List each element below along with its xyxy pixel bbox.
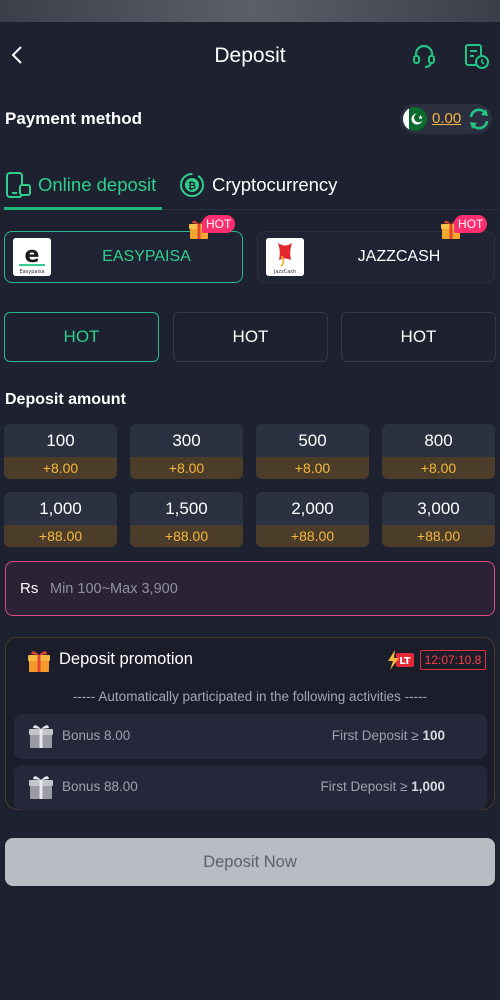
promotion-note: ----- Automatically participated in the … — [72, 689, 428, 704]
status-bar — [0, 0, 500, 22]
promotion-timer: LT 12:07:10.8 — [386, 648, 486, 672]
svg-text:Easypaisa: Easypaisa — [19, 269, 44, 275]
hot-badge: HOT — [188, 213, 250, 241]
header: Deposit — [0, 22, 500, 90]
amount-input[interactable] — [50, 573, 470, 605]
amount-bonus: +88.00 — [130, 525, 243, 547]
amount-value: 100 — [46, 431, 75, 450]
timer-value: 12:07:10.8 — [420, 650, 486, 670]
svg-text:LT: LT — [399, 656, 411, 667]
refresh-icon[interactable] — [466, 106, 492, 132]
subtab-hot-1[interactable]: HOT — [4, 312, 159, 362]
deposit-promotion-panel: Deposit promotion LT 12:07:10.8 ----- Au… — [5, 637, 495, 810]
svg-text:JazzCash: JazzCash — [273, 269, 296, 275]
amount-option[interactable]: 100 +8.00 — [4, 424, 117, 479]
amount-bonus: +88.00 — [382, 525, 495, 547]
channel-easypaisa[interactable]: e Easypaisa EASYPAISA HOT — [4, 215, 243, 283]
phone-icon — [6, 172, 31, 198]
subtab-hot-3[interactable]: HOT — [341, 312, 496, 362]
promotion-title: Deposit promotion — [59, 650, 193, 668]
amount-bonus: +8.00 — [4, 457, 117, 479]
history-icon[interactable] — [462, 42, 490, 70]
headset-icon[interactable] — [410, 42, 438, 70]
amount-field: Rs — [5, 561, 495, 616]
deposit-now-button[interactable]: Deposit Now — [5, 838, 495, 886]
amount-value: 500 — [298, 431, 327, 450]
amount-bonus: +88.00 — [256, 525, 369, 547]
gift-box-icon — [29, 776, 53, 799]
deposit-tabs: Online deposit ₿ Cryptocurrency — [0, 160, 500, 210]
amount-option[interactable]: 800 +8.00 — [382, 424, 495, 479]
payment-method-row: Payment method 0.00 — [0, 100, 500, 140]
amount-option[interactable]: 1,500 +88.00 — [130, 492, 243, 547]
amount-option[interactable]: 500 +8.00 — [256, 424, 369, 479]
deposit-amount-title: Deposit amount — [5, 391, 126, 408]
balance-pill: 0.00 — [400, 104, 492, 134]
gift-box-icon — [29, 725, 53, 748]
promotion-row: Bonus 88.00 First Deposit ≥ 1,000 — [14, 765, 487, 810]
hot-badge: HOT — [440, 213, 500, 241]
amount-bonus: +8.00 — [130, 457, 243, 479]
amount-value: 1,000 — [39, 499, 82, 518]
jazzcash-logo: JazzCash — [266, 238, 304, 276]
channel-name: EASYPAISA — [102, 248, 191, 265]
tab-online-deposit[interactable]: Online deposit — [4, 160, 162, 210]
hot-label: HOT — [454, 215, 488, 233]
payment-method-label: Payment method — [5, 109, 142, 128]
pakistan-flag-icon — [403, 107, 427, 131]
amount-option[interactable]: 3,000 +88.00 — [382, 492, 495, 547]
lightning-icon: LT — [388, 650, 414, 670]
promotion-condition: First Deposit ≥ 100 — [331, 728, 445, 743]
promotion-row: Bonus 8.00 First Deposit ≥ 100 — [14, 714, 487, 759]
tab-crypto-label: Cryptocurrency — [212, 174, 338, 195]
balance-value: 0.00 — [432, 110, 462, 127]
channel-jazzcash[interactable]: JazzCash JAZZCASH HOT — [257, 215, 495, 283]
amount-value: 300 — [172, 431, 201, 450]
amount-option[interactable]: 2,000 +88.00 — [256, 492, 369, 547]
amount-value: 1,500 — [165, 499, 208, 518]
subtab-hot-2[interactable]: HOT — [173, 312, 328, 362]
promotion-bonus: Bonus 88.00 — [62, 779, 138, 794]
amount-option[interactable]: 1,000 +88.00 — [4, 492, 117, 547]
hot-label: HOT — [202, 215, 236, 233]
svg-text:₿: ₿ — [188, 180, 196, 192]
channel-name: JAZZCASH — [357, 248, 441, 265]
amount-value: 3,000 — [417, 499, 460, 518]
amount-bonus: +88.00 — [4, 525, 117, 547]
easypaisa-logo: e Easypaisa — [13, 238, 51, 276]
amount-bonus: +8.00 — [382, 457, 495, 479]
amount-option[interactable]: 300 +8.00 — [130, 424, 243, 479]
promotion-bonus: Bonus 8.00 — [62, 728, 131, 743]
tab-online-label: Online deposit — [38, 174, 157, 195]
tab-cryptocurrency[interactable]: ₿ Cryptocurrency — [178, 160, 358, 210]
currency-label: Rs — [20, 580, 39, 597]
amount-value: 800 — [424, 431, 453, 450]
amount-value: 2,000 — [291, 499, 334, 518]
promotion-condition: First Deposit ≥ 1,000 — [320, 779, 446, 794]
gift-icon — [28, 651, 50, 672]
bitcoin-icon: ₿ — [180, 173, 204, 197]
amount-bonus: +8.00 — [256, 457, 369, 479]
